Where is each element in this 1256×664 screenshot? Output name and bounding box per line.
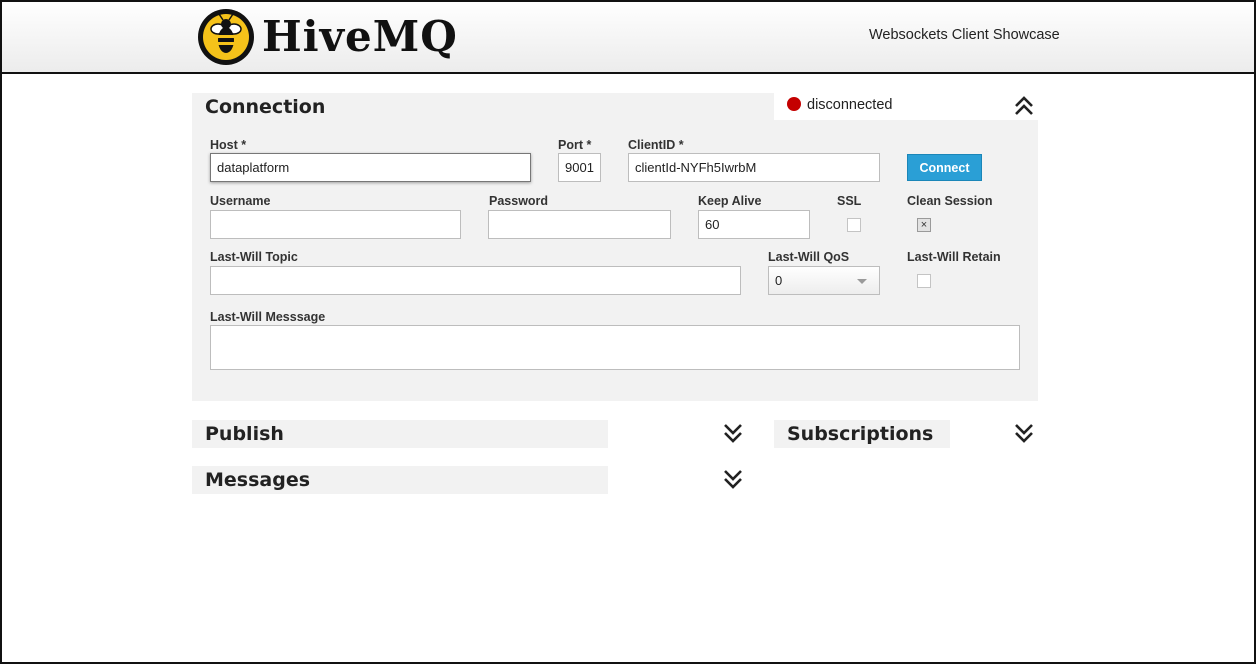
keepalive-label: Keep Alive: [698, 194, 762, 208]
messages-title: Messages: [205, 469, 311, 491]
app-header: HiveMQ Websockets Client Showcase: [0, 0, 1256, 74]
publish-header[interactable]: Publish: [192, 420, 608, 448]
lastwill-retain-label: Last-Will Retain: [907, 250, 1001, 264]
subscriptions-title: Subscriptions: [787, 423, 934, 445]
host-input[interactable]: [210, 153, 531, 182]
lastwill-retain-checkbox[interactable]: [917, 274, 931, 288]
username-label: Username: [210, 194, 271, 208]
logo-text: HiveMQ: [262, 12, 458, 61]
lastwill-message-input[interactable]: [210, 325, 1020, 370]
hivemq-logo: HiveMQ: [196, 7, 486, 67]
lastwill-qos-select[interactable]: 0: [768, 266, 880, 295]
clientid-label: ClientID *: [628, 138, 684, 152]
connection-header[interactable]: Connection: [192, 93, 774, 121]
lastwill-qos-label: Last-Will QoS: [768, 250, 850, 264]
port-label: Port *: [558, 138, 592, 152]
lastwill-qos-value: 0: [775, 273, 783, 288]
connection-title: Connection: [205, 96, 326, 118]
clean-session-label: Clean Session: [907, 194, 993, 208]
page-subtitle: Websockets Client Showcase: [869, 27, 1060, 43]
port-input[interactable]: [558, 153, 601, 182]
dropdown-arrow-icon: [857, 279, 867, 284]
publish-title: Publish: [205, 423, 284, 445]
password-label: Password: [489, 194, 549, 208]
ssl-checkbox[interactable]: [847, 218, 861, 232]
status-text: disconnected: [807, 97, 893, 113]
lastwill-topic-input[interactable]: [210, 266, 741, 295]
status-dot-icon: [787, 97, 801, 111]
lastwill-message-label: Last-Will Messsage: [210, 310, 326, 324]
chevron-double-up-icon[interactable]: [1013, 95, 1035, 117]
bee-icon: [198, 9, 254, 65]
subscriptions-header[interactable]: Subscriptions: [774, 420, 950, 448]
clean-session-checkbox[interactable]: ×: [917, 218, 931, 232]
clientid-input[interactable]: [628, 153, 880, 182]
connect-button[interactable]: Connect: [907, 154, 982, 181]
ssl-label: SSL: [837, 194, 862, 208]
chevron-double-down-icon[interactable]: [722, 468, 744, 490]
username-input[interactable]: [210, 210, 461, 239]
host-label: Host *: [210, 138, 247, 152]
chevron-double-down-icon[interactable]: [1013, 422, 1035, 444]
chevron-double-down-icon[interactable]: [722, 422, 744, 444]
lastwill-topic-label: Last-Will Topic: [210, 250, 298, 264]
messages-header[interactable]: Messages: [192, 466, 608, 494]
password-input[interactable]: [488, 210, 671, 239]
keepalive-input[interactable]: [698, 210, 810, 239]
connection-status: disconnected: [787, 97, 892, 113]
